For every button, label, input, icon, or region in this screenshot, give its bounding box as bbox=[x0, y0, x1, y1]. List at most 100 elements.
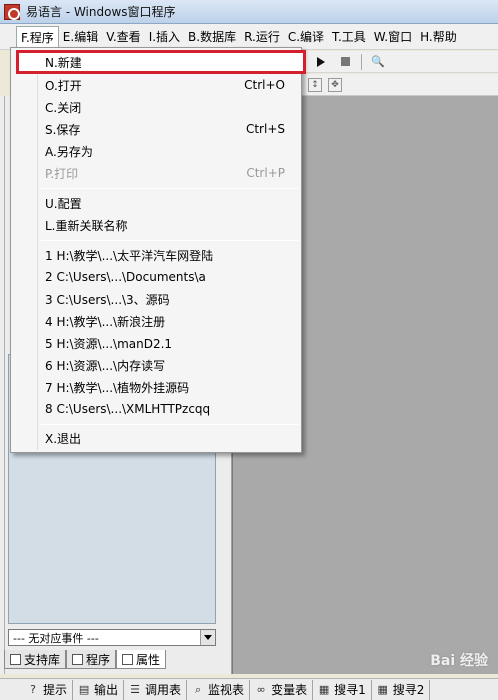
menu-item-label: 1 H:\教学\...\太平洋汽车网登陆 bbox=[45, 248, 214, 263]
tab-output[interactable]: ▤ 输出 bbox=[73, 679, 125, 700]
tab-callstack-label: 调用表 bbox=[145, 683, 182, 697]
menu-separator bbox=[41, 240, 299, 241]
binoculars-icon: 🔍 bbox=[371, 55, 385, 68]
tab-search1-label: 搜寻1 bbox=[334, 683, 366, 697]
program-icon bbox=[72, 653, 84, 665]
menu-item-label: C.关闭 bbox=[45, 100, 82, 115]
tab-library-label: 支持库 bbox=[24, 652, 61, 667]
menu-program[interactable]: F.程序 bbox=[16, 25, 59, 48]
tab-watch-label: 监视表 bbox=[208, 683, 245, 697]
menu-item-shortcut: Ctrl+O bbox=[244, 78, 285, 92]
menu-item-label: 2 C:\Users\...\Documents\a bbox=[45, 270, 206, 284]
tab-output-label: 输出 bbox=[94, 683, 119, 697]
secondary-toolbar: ↕ ✥ bbox=[300, 74, 498, 96]
event-select-value: --- 无对应事件 --- bbox=[13, 631, 99, 645]
app-logo-icon bbox=[4, 3, 20, 20]
tab-watch[interactable]: ⌕ 监视表 bbox=[187, 679, 251, 700]
recent-file-8[interactable]: 8 C:\Users\...\XMLHTTPzcqq bbox=[11, 398, 301, 420]
tab-variables-label: 变量表 bbox=[271, 683, 308, 697]
tab-variables[interactable]: ∞ 变量表 bbox=[250, 679, 314, 700]
recent-file-6[interactable]: 6 H:\资源\...\内存读写 bbox=[11, 354, 301, 376]
menu-item-label: 5 H:\资源\...\manD2.1 bbox=[45, 336, 173, 351]
menu-run[interactable]: R.运行 bbox=[240, 26, 284, 48]
watch-icon: ⌕ bbox=[194, 682, 202, 696]
find-button[interactable]: 🔍 bbox=[369, 53, 387, 71]
menu-separator bbox=[41, 424, 299, 425]
tab-property-label: 属性 bbox=[136, 652, 161, 667]
event-select[interactable]: --- 无对应事件 --- bbox=[8, 629, 216, 646]
callstack-icon: ☰ bbox=[130, 683, 140, 696]
menu-item-label: O.打开 bbox=[45, 78, 82, 93]
resize-vertical-icon[interactable]: ↕ bbox=[308, 77, 322, 92]
workspace-tabs: 支持库 程序 属性 bbox=[4, 650, 167, 670]
menu-item-label: L.重新关联名称 bbox=[45, 218, 128, 233]
menu-item-label: X.退出 bbox=[45, 431, 82, 446]
menu-help[interactable]: H.帮助 bbox=[416, 26, 461, 48]
menu-item-label: 8 C:\Users\...\XMLHTTPzcqq bbox=[45, 402, 211, 416]
menu-separator bbox=[41, 188, 299, 189]
stop-button[interactable] bbox=[336, 53, 354, 71]
toolbar-separator bbox=[361, 53, 362, 70]
play-icon bbox=[317, 56, 325, 67]
recent-file-5[interactable]: 5 H:\资源\...\manD2.1 bbox=[11, 332, 301, 354]
file-menu-dropdown: N.新建 O.打开 Ctrl+O C.关闭 S.保存 Ctrl+S A.另存为 … bbox=[10, 47, 306, 453]
recent-file-2[interactable]: 2 C:\Users\...\Documents\a bbox=[11, 266, 301, 288]
menu-item-label: 6 H:\资源\...\内存读写 bbox=[45, 358, 166, 373]
menu-item-label: U.配置 bbox=[45, 196, 82, 211]
watermark: Bai 经验 bbox=[430, 653, 488, 669]
tab-library[interactable]: 支持库 bbox=[4, 650, 67, 669]
menu-item-new[interactable]: N.新建 bbox=[16, 50, 306, 74]
menu-item-print: P.打印 Ctrl+P bbox=[11, 162, 301, 184]
tab-search2[interactable]: ▦ 搜寻2 bbox=[372, 679, 431, 700]
recent-file-4[interactable]: 4 H:\教学\...\新浪注册 bbox=[11, 310, 301, 332]
menu-item-save[interactable]: S.保存 Ctrl+S bbox=[11, 118, 301, 140]
menu-item-label: P.打印 bbox=[45, 166, 79, 181]
property-icon bbox=[122, 653, 134, 665]
tab-search1[interactable]: ▦ 搜寻1 bbox=[313, 679, 372, 700]
search1-icon: ▦ bbox=[318, 683, 330, 696]
search2-icon: ▦ bbox=[377, 683, 388, 696]
recent-file-1[interactable]: 1 H:\教学\...\太平洋汽车网登陆 bbox=[11, 244, 301, 266]
menu-item-relink-names[interactable]: L.重新关联名称 bbox=[11, 214, 301, 236]
recent-file-3[interactable]: 3 C:\Users\...\3、源码 bbox=[11, 288, 301, 310]
stop-icon bbox=[340, 57, 350, 66]
menu-item-label: A.另存为 bbox=[45, 144, 93, 159]
main-toolbar: 🔍 bbox=[300, 51, 498, 73]
tab-search2-label: 搜寻2 bbox=[392, 683, 425, 697]
window-title: 易语言 - Windows窗口程序 bbox=[26, 5, 176, 19]
menu-item-label: S.保存 bbox=[45, 122, 81, 137]
menu-item-save-as[interactable]: A.另存为 bbox=[11, 140, 301, 162]
title-bar: 易语言 - Windows窗口程序 bbox=[0, 0, 498, 24]
output-icon: ▤ bbox=[78, 683, 90, 696]
move-icon[interactable]: ✥ bbox=[328, 77, 342, 92]
tab-hint[interactable]: ? 提示 bbox=[22, 679, 74, 700]
tab-callstack[interactable]: ☰ 调用表 bbox=[124, 679, 188, 700]
menu-compile[interactable]: C.编译 bbox=[284, 26, 328, 48]
menu-view[interactable]: V.查看 bbox=[102, 26, 144, 48]
menu-database[interactable]: B.数据库 bbox=[184, 26, 240, 48]
run-button[interactable] bbox=[312, 53, 330, 71]
menu-tools[interactable]: T.工具 bbox=[328, 26, 370, 48]
menu-item-label: 3 C:\Users\...\3、源码 bbox=[45, 292, 170, 307]
menu-item-shortcut: Ctrl+S bbox=[245, 122, 285, 136]
menu-insert[interactable]: I.插入 bbox=[145, 26, 184, 48]
recent-file-7[interactable]: 7 H:\教学\...\植物外挂源码 bbox=[11, 376, 301, 398]
menu-item-exit[interactable]: X.退出 bbox=[11, 427, 301, 449]
tab-property[interactable]: 属性 bbox=[116, 650, 167, 669]
menu-item-open[interactable]: O.打开 Ctrl+O bbox=[11, 74, 301, 96]
tab-program[interactable]: 程序 bbox=[66, 650, 117, 669]
tab-program-label: 程序 bbox=[86, 652, 111, 667]
menu-item-close[interactable]: C.关闭 bbox=[11, 96, 301, 118]
output-tabs: ? 提示 ▤ 输出 ☰ 调用表 ⌕ 监视表 ∞ 变量表 ▦ 搜寻1 ▦ 搜寻2 bbox=[0, 678, 498, 700]
hint-icon: ? bbox=[30, 683, 36, 696]
menu-item-label: 7 H:\教学\...\植物外挂源码 bbox=[45, 380, 190, 395]
menu-edit[interactable]: E.编辑 bbox=[59, 26, 102, 48]
chevron-down-icon[interactable] bbox=[200, 630, 215, 645]
menu-item-config[interactable]: U.配置 bbox=[11, 192, 301, 214]
menu-item-label: 4 H:\教学\...\新浪注册 bbox=[45, 314, 166, 329]
library-icon bbox=[10, 653, 21, 665]
tab-hint-label: 提示 bbox=[43, 683, 68, 697]
menu-window[interactable]: W.窗口 bbox=[370, 26, 416, 48]
menu-item-label: N.新建 bbox=[45, 55, 82, 70]
menu-item-shortcut: Ctrl+P bbox=[246, 166, 285, 180]
